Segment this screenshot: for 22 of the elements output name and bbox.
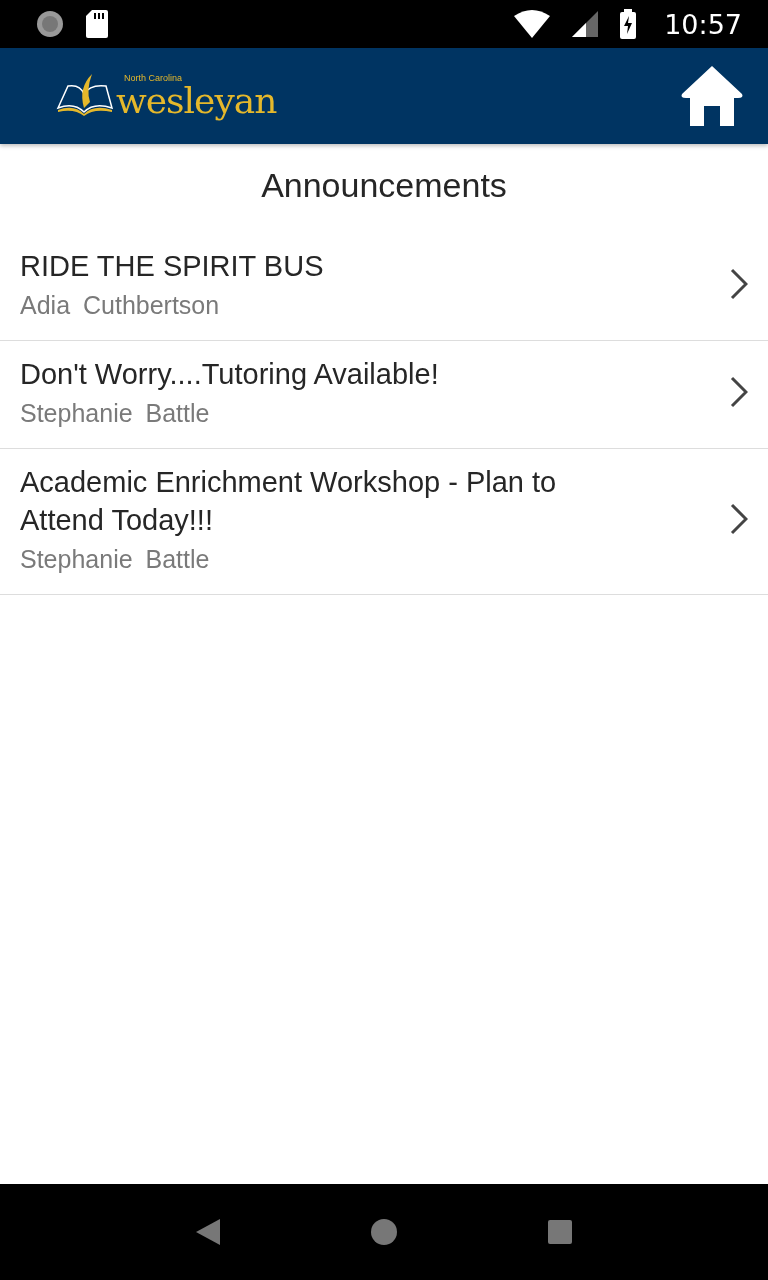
chevron-right-icon[interactable] xyxy=(730,375,748,408)
announcement-title[interactable]: Academic Enrichment Workshop - Plan to Attend Today!!! xyxy=(20,463,640,539)
signal-icon xyxy=(572,11,599,37)
home-icon[interactable] xyxy=(680,64,744,128)
sync-icon xyxy=(36,10,64,38)
battery-icon xyxy=(620,9,637,39)
chevron-right-icon[interactable] xyxy=(730,267,748,300)
announcement-author: Adia Cuthbertson xyxy=(20,291,221,320)
announcement-author: Stephanie Battle xyxy=(20,399,211,428)
clock-time: 10:57 xyxy=(664,8,742,40)
logo-wordmark: wesleyan xyxy=(116,83,277,119)
back-icon[interactable] xyxy=(195,1219,220,1245)
announcement-title[interactable]: Don't Worry....Tutoring Available! xyxy=(20,355,640,393)
chevron-right-icon[interactable] xyxy=(730,502,748,535)
announcement-author: Stephanie Battle xyxy=(20,545,211,574)
wifi-icon xyxy=(514,10,551,38)
recents-icon[interactable] xyxy=(548,1220,573,1244)
logo-subtitle: North Carolina xyxy=(124,73,184,83)
sd-card-icon xyxy=(86,10,108,38)
page-title: Announcements xyxy=(260,165,508,206)
home-circle-icon[interactable] xyxy=(371,1219,397,1245)
announcement-title[interactable]: RIDE THE SPIRIT BUS xyxy=(20,247,640,285)
